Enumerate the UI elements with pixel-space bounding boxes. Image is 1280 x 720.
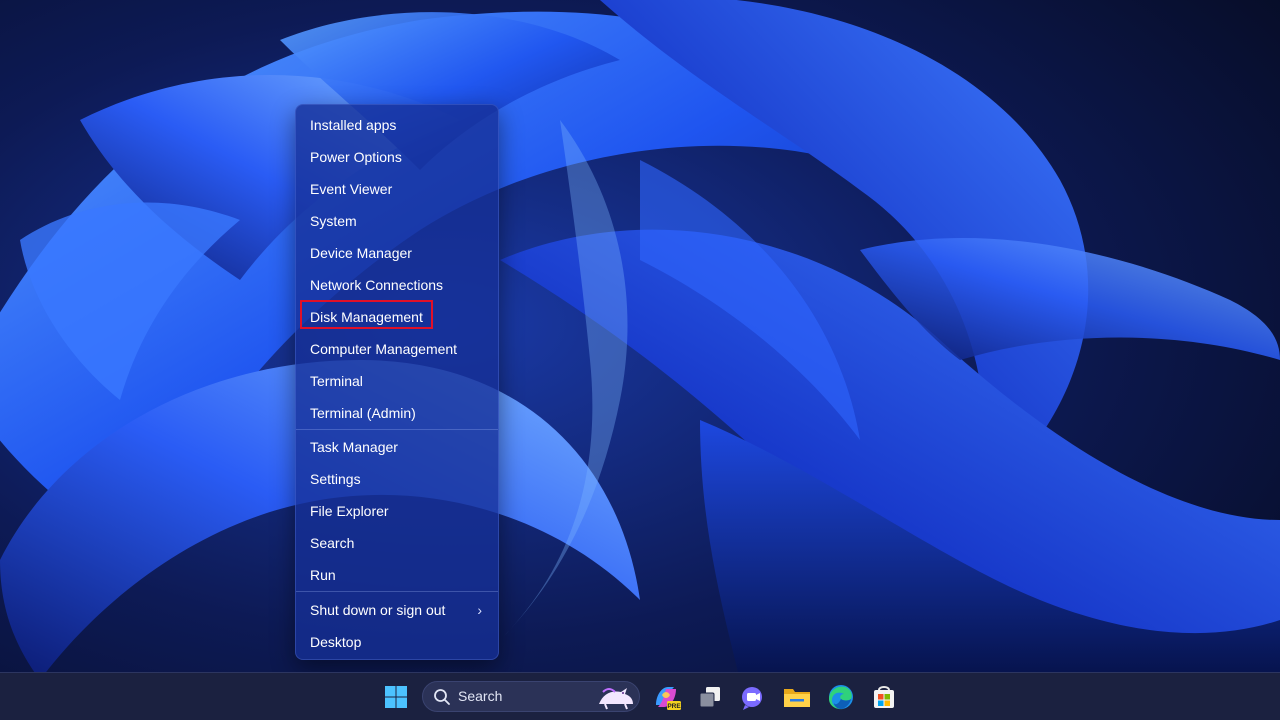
chevron-right-icon: › <box>477 602 482 618</box>
taskbar-search-box[interactable]: Search <box>422 681 640 712</box>
menu-item-event-viewer[interactable]: Event Viewer <box>300 175 494 203</box>
menu-item-file-explorer[interactable]: File Explorer <box>300 497 494 525</box>
search-label: Search <box>458 688 503 704</box>
search-highlight-icon <box>599 688 633 710</box>
file-explorer-icon[interactable] <box>781 681 813 713</box>
search-icon <box>434 689 450 705</box>
menu-item-network-connections[interactable]: Network Connections <box>300 271 494 299</box>
menu-item-desktop[interactable]: Desktop <box>300 628 494 656</box>
menu-item-power-options[interactable]: Power Options <box>300 143 494 171</box>
menu-item-terminal-admin[interactable]: Terminal (Admin) <box>300 399 494 427</box>
menu-item-label: Shut down or sign out <box>310 602 446 618</box>
edge-icon[interactable] <box>825 681 857 713</box>
copilot-icon[interactable]: PRE <box>650 681 682 713</box>
task-view-icon[interactable] <box>694 681 726 713</box>
menu-item-search[interactable]: Search <box>300 529 494 557</box>
menu-separator <box>296 591 498 592</box>
menu-item-device-manager[interactable]: Device Manager <box>300 239 494 267</box>
menu-item-shut-down-or-sign-out[interactable]: Shut down or sign out › <box>300 596 494 624</box>
store-icon[interactable] <box>868 681 900 713</box>
context-menu: Installed apps Power Options Event Viewe… <box>295 104 499 660</box>
menu-separator <box>296 429 498 430</box>
menu-item-settings[interactable]: Settings <box>300 465 494 493</box>
teams-chat-icon[interactable] <box>737 681 769 713</box>
wallpaper <box>0 0 1280 720</box>
menu-item-disk-management[interactable]: Disk Management <box>300 303 494 331</box>
menu-item-system[interactable]: System <box>300 207 494 235</box>
menu-item-run[interactable]: Run <box>300 561 494 589</box>
desktop: Installed apps Power Options Event Viewe… <box>0 0 1280 720</box>
menu-item-terminal[interactable]: Terminal <box>300 367 494 395</box>
menu-item-task-manager[interactable]: Task Manager <box>300 433 494 461</box>
start-icon[interactable] <box>380 681 412 713</box>
taskbar: Search PRE <box>0 672 1280 720</box>
menu-item-installed-apps[interactable]: Installed apps <box>300 111 494 139</box>
menu-item-computer-management[interactable]: Computer Management <box>300 335 494 363</box>
svg-text:PRE: PRE <box>667 703 681 710</box>
